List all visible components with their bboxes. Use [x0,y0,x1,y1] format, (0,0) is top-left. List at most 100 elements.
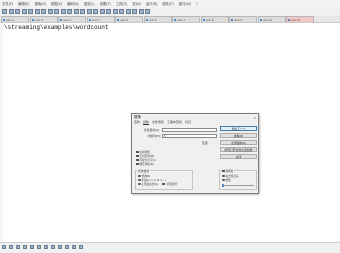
save-icon[interactable] [15,9,20,14]
menu-settings[interactable]: 设置(T) [100,1,111,6]
menu-language[interactable]: 语言(L) [84,1,95,6]
radio-dot [222,178,225,182]
tab-new-4[interactable]: new 4 [86,16,115,22]
replace-all-open-docs-button[interactable]: 所有打开文件全部替换 [220,147,257,152]
indent-guide-icon[interactable] [125,9,131,14]
file-icon [145,18,148,21]
replace-icon[interactable] [86,9,92,14]
tab-new-5[interactable]: new 5 [115,16,143,22]
line-number-gutter [0,23,3,242]
record-macro-icon[interactable] [132,9,137,14]
stop-macro-icon[interactable] [138,9,144,14]
radio-dot [138,182,141,186]
close-icon[interactable] [28,9,33,14]
file-icon [31,18,34,21]
radio-label: 正则表达式(G) [141,183,159,186]
taskbar-app-icon[interactable] [16,245,20,249]
tab-new-2[interactable]: new 2 [29,16,58,22]
editor-line-1[interactable]: \streaming\examples\wordcount [4,24,108,31]
replace-button[interactable]: 替换(R) [220,133,257,138]
tab-find[interactable]: 查找 [134,120,140,124]
dialog-tabs: 查找 替换 文件查找 工程中查找 标记 [134,120,191,124]
find-input[interactable] [162,127,217,132]
start-icon[interactable] [2,245,6,249]
find-next-button[interactable]: 查找下一个 [220,126,257,131]
new-file-icon[interactable] [2,9,7,14]
sync-scroll-icon[interactable] [106,9,111,14]
paste-icon[interactable] [60,9,66,14]
taskbar-app-icon[interactable] [79,245,83,249]
taskbar-app-icon[interactable] [44,245,48,249]
menu-plugins[interactable]: 插件(P) [162,1,173,6]
cut-icon[interactable] [47,9,53,14]
taskbar-app-icon[interactable] [58,245,62,249]
always-radio[interactable]: 始终 [222,178,231,182]
taskbar-app-icon[interactable] [51,245,55,249]
menu-edit[interactable]: 编辑(E) [18,1,29,6]
tab-new-9[interactable]: new 9 [229,16,257,22]
redo-icon[interactable] [73,9,79,14]
tab-new-6[interactable]: new 6 [143,16,172,22]
tab-new-1[interactable]: new 1 [1,16,29,22]
close-all-icon[interactable] [34,9,40,14]
tab-mark[interactable]: 标记 [185,120,191,124]
menu-file[interactable]: 文件(F) [2,1,13,6]
file-icon [288,18,290,21]
checkbox-label: . 匹配新行 [165,183,178,186]
close-icon[interactable]: × [254,115,256,120]
replace-input[interactable]: \\ [162,133,217,138]
mode-regex-radio[interactable]: 正则表达式(G) [138,182,158,186]
tab-replace[interactable]: 替换 [143,120,149,124]
taskbar-app-icon[interactable] [23,245,27,249]
replace-label: 替换为(P)： [148,134,163,138]
menu-run[interactable]: 运行(R) [146,1,158,6]
taskbar-app-icon[interactable] [37,245,41,249]
menu-search[interactable]: 搜索(S) [34,1,45,6]
play-macro-icon[interactable] [145,9,150,14]
menu-view[interactable]: 视图(V) [51,1,62,6]
tab-label: new 9 [234,17,243,22]
checkbox-box [136,154,139,158]
tab-label: new 2 [34,17,43,22]
tab-label: new 4 [91,17,100,22]
file-icon [259,18,262,21]
menu-window[interactable]: 窗口(W) [179,1,191,6]
checkbox-box [136,162,139,166]
open-file-icon[interactable] [8,9,14,14]
transparency-checkbox[interactable]: 透明度 [221,169,235,173]
dot-matches-newline-checkbox[interactable]: . 匹配新行 [162,182,177,186]
zoom-in-icon[interactable] [93,9,98,14]
menu-encoding[interactable]: 编码(N) [67,1,79,6]
menu-help[interactable]: ? [196,2,198,6]
taskbar-app-icon[interactable] [30,245,34,249]
print-icon[interactable] [41,9,46,14]
menu-tools[interactable]: 工具(O) [116,1,128,6]
file-icon [3,18,5,21]
find-icon[interactable] [80,9,85,14]
tab-label: new 8 [205,17,214,22]
slider-thumb[interactable] [222,184,224,187]
menu-bar: 文件(F) 编辑(E) 搜索(S) 视图(V) 编码(N) 语言(L) 设置(T… [0,0,340,7]
checkbox-box [136,150,139,154]
word-wrap-icon[interactable] [112,9,118,14]
menu-macro[interactable]: 宏(M) [132,1,140,6]
tab-new-3[interactable]: new 3 [58,16,86,22]
transparency-slider[interactable] [222,184,254,187]
taskbar-app-icon[interactable] [9,245,13,249]
tab-new-7[interactable]: new 7 [172,16,200,22]
taskbar-app-icon[interactable] [65,245,69,249]
save-all-icon[interactable] [21,9,27,14]
copy-icon[interactable] [54,9,59,14]
tab-new-11[interactable]: new 11 [286,16,314,22]
wrap-around-checkbox[interactable]: 循环查找(D) [136,162,153,166]
show-all-chars-icon[interactable] [119,9,124,14]
zoom-out-icon[interactable] [99,9,105,14]
taskbar-app-icon[interactable] [72,245,76,249]
replace-all-button[interactable]: 全部替换(A) [220,140,257,145]
tab-find-in-files[interactable]: 文件查找 [152,120,164,124]
tab-new-8[interactable]: new 8 [200,16,229,22]
tab-find-in-projects[interactable]: 工程中查找 [167,120,182,124]
tab-new-10[interactable]: new 10 [257,16,286,22]
close-button[interactable]: 关闭 [220,154,257,159]
undo-icon[interactable] [67,9,72,14]
